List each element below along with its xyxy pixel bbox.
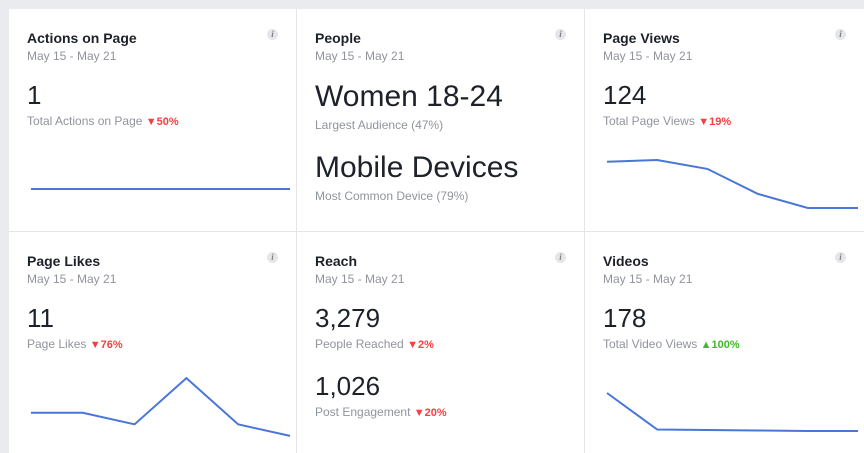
info-icon[interactable]: i [835, 29, 846, 40]
card-title: Actions on Page [27, 30, 137, 46]
info-icon[interactable]: i [267, 252, 278, 263]
card-subtitle-secondary: Most Common Device (79%) [315, 189, 469, 203]
card-date: May 15 - May 21 [315, 272, 405, 286]
triangle-down-icon: ▼ [407, 339, 418, 351]
info-icon[interactable]: i [267, 29, 278, 40]
card-subtitle: Page Likes ▼76% [27, 336, 296, 353]
card-date: May 15 - May 21 [603, 272, 693, 286]
card-subtitle-secondary: Post Engagement ▼20% [315, 404, 584, 421]
card-subtitle-label: Total Video Views [603, 337, 698, 351]
card-subtitle: Total Actions on Page ▼50% [27, 113, 296, 130]
card-subtitle-label: People Reached [315, 337, 404, 351]
delta: ▼50% [146, 116, 179, 128]
delta-value: 50% [156, 116, 179, 128]
card-subtitle-label: Page Likes [27, 337, 87, 351]
delta: ▼2% [407, 339, 434, 351]
card-subtitle: People Reached ▼2% [315, 336, 584, 353]
delta-value: 100% [711, 339, 740, 351]
delta: ▼19% [698, 116, 731, 128]
card-subtitle: Total Page Views ▼19% [603, 113, 864, 130]
card-value: Women 18-24 [315, 80, 503, 113]
card-value: 1 [27, 80, 42, 110]
triangle-down-icon: ▼ [698, 116, 710, 128]
card-subtitle-label: Total Actions on Page [27, 114, 143, 128]
card-title: People [315, 30, 361, 46]
card-value-secondary: 1,026 [315, 371, 381, 401]
info-icon[interactable]: i [835, 252, 846, 263]
card-subtitle: Largest Audience (47%) [315, 118, 444, 132]
card-date: May 15 - May 21 [603, 49, 693, 63]
card-subtitle: Total Video Views ▲100% [603, 336, 864, 353]
card-value-secondary: Mobile Devices [315, 151, 519, 184]
delta-value: 76% [100, 339, 123, 351]
triangle-down-icon: ▼ [145, 116, 157, 128]
card-subtitle-label: Post Engagement [315, 405, 411, 419]
card-actions-on-page[interactable]: Actions on Page May 15 - May 21 i 1 Tota… [9, 9, 297, 232]
sparkline-series [30, 376, 291, 437]
delta: ▼20% [414, 407, 447, 419]
card-page-likes[interactable]: Page Likes May 15 - May 21 i 11 Page Lik… [9, 232, 297, 453]
triangle-down-icon: ▼ [413, 407, 425, 419]
triangle-up-icon: ▲ [700, 339, 712, 351]
sparkline-series [606, 158, 858, 209]
card-videos[interactable]: Videos May 15 - May 21 i 178 Total Video… [585, 232, 864, 453]
card-title: Videos [603, 253, 649, 269]
delta-value: 19% [709, 116, 732, 128]
card-title: Reach [315, 253, 358, 269]
sparkline-series [606, 392, 858, 432]
delta-value: 20% [424, 407, 447, 419]
card-subtitle-label: Total Page Views [603, 114, 695, 128]
insights-panel: Actions on Page May 15 - May 21 i 1 Tota… [9, 9, 864, 453]
info-icon[interactable]: i [555, 252, 566, 263]
card-page-views[interactable]: Page Views May 15 - May 21 i 124 Total P… [585, 9, 864, 232]
card-value: 124 [603, 80, 647, 110]
card-value: 11 [27, 303, 54, 333]
info-icon[interactable]: i [555, 29, 566, 40]
sparkline-chart [606, 158, 858, 209]
triangle-down-icon: ▼ [89, 339, 101, 351]
sparkline-chart [606, 392, 858, 432]
card-title: Page Likes [27, 253, 101, 269]
sparkline-chart [30, 376, 291, 437]
delta: ▲100% [701, 339, 740, 351]
card-date: May 15 - May 21 [315, 49, 405, 63]
card-date: May 15 - May 21 [27, 272, 117, 286]
delta-value: 2% [417, 339, 434, 351]
card-reach[interactable]: Reach May 15 - May 21 i 3,279 People Rea… [297, 232, 585, 453]
card-people[interactable]: People May 15 - May 21 i Women 18-24 Lar… [297, 9, 585, 232]
delta: ▼76% [90, 339, 123, 351]
sparkline-chart [30, 188, 291, 190]
card-value: 3,279 [315, 303, 381, 333]
card-title: Page Views [603, 30, 680, 46]
card-value: 178 [603, 303, 647, 333]
card-date: May 15 - May 21 [27, 49, 117, 63]
